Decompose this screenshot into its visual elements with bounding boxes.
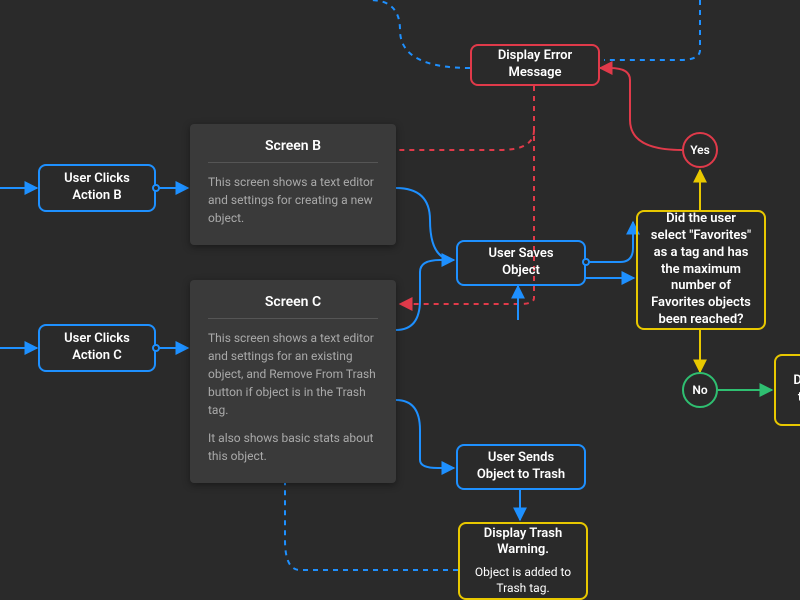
circle-label: No [692, 383, 707, 397]
node-label: Display Error Message [482, 48, 588, 82]
node-label: Does the title for [786, 373, 800, 407]
node-screen-b[interactable]: Screen B This screen shows a text editor… [190, 124, 396, 245]
node-no[interactable]: No [682, 372, 718, 408]
screen-body: This screen shows a text editor and sett… [208, 329, 378, 465]
node-error[interactable]: Display Error Message [470, 44, 600, 86]
node-label: User Sends Object to Trash [468, 450, 574, 484]
node-screen-c[interactable]: Screen C This screen shows a text editor… [190, 280, 396, 483]
port-icon [152, 184, 160, 192]
node-label: User Clicks Action C [50, 331, 144, 365]
node-trash-warning[interactable]: Display Trash Warning. Object is added t… [458, 522, 588, 600]
node-body: Object is added to Trash tag. [470, 565, 576, 596]
node-label: Display Trash Warning. [470, 526, 576, 560]
node-yes[interactable]: Yes [682, 132, 718, 168]
circle-label: Yes [690, 143, 710, 157]
node-action-c[interactable]: User Clicks Action C [38, 324, 156, 372]
port-icon [582, 258, 590, 266]
node-label: User Clicks Action B [50, 171, 144, 205]
node-decision-favorites[interactable]: Did the user select "Favorites" as a tag… [636, 210, 766, 330]
node-label: Did the user select "Favorites" as a tag… [648, 211, 754, 329]
screen-title: Screen B [208, 138, 378, 163]
screen-title: Screen C [208, 294, 378, 319]
node-action-b[interactable]: User Clicks Action B [38, 164, 156, 212]
node-label: User Saves Object [468, 246, 574, 280]
port-icon [152, 344, 160, 352]
screen-body: This screen shows a text editor and sett… [208, 173, 378, 227]
node-decision-partial[interactable]: Does the title for [774, 354, 800, 426]
node-user-send-trash[interactable]: User Sends Object to Trash [456, 444, 586, 490]
node-user-saves[interactable]: User Saves Object [456, 240, 586, 286]
